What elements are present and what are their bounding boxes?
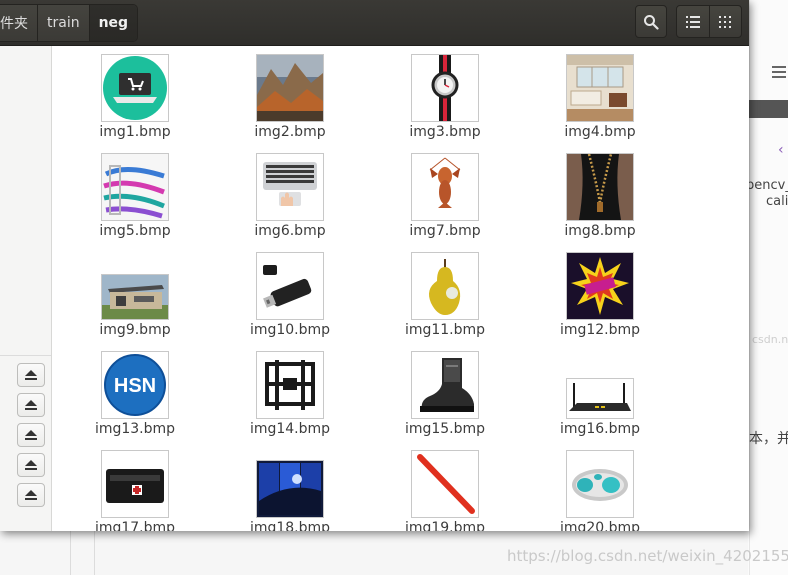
file-name: img12.bmp <box>559 322 641 338</box>
background-list-icon <box>772 66 786 78</box>
grid-view-icon <box>719 15 732 28</box>
file-name: img18.bmp <box>249 520 331 531</box>
file-name: img5.bmp <box>99 223 171 239</box>
necklace-photo <box>566 153 634 221</box>
background-caret-icon: ‹ <box>778 142 784 158</box>
video-wall-photo <box>256 460 324 518</box>
file-name: img19.bmp <box>404 520 486 531</box>
list-view-icon <box>685 15 700 28</box>
file-item[interactable]: img11.bmp <box>390 252 500 347</box>
search-button[interactable] <box>635 5 667 38</box>
file-name: img14.bmp <box>249 421 331 437</box>
file-item[interactable]: img4.bmp <box>545 54 655 149</box>
background-watermark-fragment: csdn.n <box>752 333 788 346</box>
file-item[interactable]: img20.bmp <box>545 450 655 531</box>
first-aid-kit-photo <box>101 450 169 518</box>
header-bar: 件夹 train neg <box>0 0 749 46</box>
file-grid: img1.bmp img2.bmp img3.bmp img4.bmp img5… <box>52 46 749 531</box>
file-item[interactable]: img17.bmp <box>80 450 190 531</box>
hsn-logo: HSN <box>101 351 169 419</box>
file-item[interactable]: img16.bmp <box>545 351 655 446</box>
file-item[interactable]: img2.bmp <box>235 54 345 149</box>
grid-view-button[interactable] <box>708 6 741 37</box>
background-divider <box>749 0 750 575</box>
background-divider <box>70 530 71 575</box>
sidebar-divider <box>0 355 51 356</box>
file-item[interactable]: img6.bmp <box>235 153 345 248</box>
usb-stick-photo <box>256 252 324 320</box>
eject-icon <box>25 370 37 380</box>
watermark-text: https://blog.csdn.net/weixin_42021550 <box>507 547 788 565</box>
bargain-burst-photo <box>566 252 634 320</box>
file-item[interactable]: img3.bmp <box>390 54 500 149</box>
file-name: img6.bmp <box>254 223 326 239</box>
file-item[interactable]: img10.bmp <box>235 252 345 347</box>
background-text: cali <box>766 194 788 209</box>
file-name: img9.bmp <box>99 322 171 338</box>
turquoise-bracelet-photo <box>566 450 634 518</box>
svg-text:HSN: HSN <box>114 375 156 397</box>
sidebar <box>0 46 52 531</box>
eject-button[interactable] <box>17 363 45 387</box>
eject-icon <box>25 460 37 470</box>
file-name: img3.bmp <box>409 124 481 140</box>
eject-button[interactable] <box>17 483 45 507</box>
list-view-button[interactable] <box>677 6 709 37</box>
file-item[interactable]: img7.bmp <box>390 153 500 248</box>
boot-photo <box>411 351 479 419</box>
file-name: img11.bmp <box>404 322 486 338</box>
file-name: img13.bmp <box>94 421 176 437</box>
file-item[interactable]: HSN img13.bmp <box>80 351 190 446</box>
eject-icon <box>25 430 37 440</box>
background-text: pencv_ <box>746 178 788 193</box>
file-name: img20.bmp <box>559 520 641 531</box>
file-item[interactable]: img12.bmp <box>545 252 655 347</box>
file-name: img7.bmp <box>409 223 481 239</box>
file-name: img4.bmp <box>564 124 636 140</box>
belts-photo <box>101 153 169 221</box>
eject-button[interactable] <box>17 423 45 447</box>
eject-icon <box>25 400 37 410</box>
mountain-landscape-photo <box>256 54 324 122</box>
file-name: img16.bmp <box>559 421 641 437</box>
shed-photo <box>101 274 169 320</box>
eject-button[interactable] <box>17 453 45 477</box>
wristwatch-photo <box>411 54 479 122</box>
file-item[interactable]: img8.bmp <box>545 153 655 248</box>
tv-mount-photo <box>256 351 324 419</box>
file-item[interactable]: img9.bmp <box>80 252 190 347</box>
file-name: img15.bmp <box>404 421 486 437</box>
breadcrumb-item-train[interactable]: train <box>38 5 90 41</box>
file-name: img8.bmp <box>564 223 636 239</box>
breadcrumb-item-neg[interactable]: neg <box>89 5 138 41</box>
file-item[interactable]: img1.bmp <box>80 54 190 149</box>
background-editor-panel <box>748 0 788 575</box>
pear-photo <box>411 252 479 320</box>
view-toggle-group <box>676 5 742 38</box>
laptop-cart-icon <box>101 54 169 122</box>
background-toolbar-strip <box>748 100 788 118</box>
router-photo <box>566 378 634 419</box>
file-item[interactable]: img19.bmp <box>390 450 500 531</box>
search-icon <box>644 14 659 30</box>
background-divider <box>94 530 95 575</box>
file-item[interactable]: img14.bmp <box>235 351 345 446</box>
file-manager-window: 件夹 train neg img1.bmp img2.bmp img3.bmp … <box>0 0 749 531</box>
file-item[interactable]: img15.bmp <box>390 351 500 446</box>
file-name: img2.bmp <box>254 124 326 140</box>
eject-icon <box>25 490 37 500</box>
file-name: img17.bmp <box>94 520 176 531</box>
background-text: 本，并 <box>749 431 788 447</box>
file-item[interactable]: img5.bmp <box>80 153 190 248</box>
eject-button[interactable] <box>17 393 45 417</box>
laptop-keyboard-photo <box>256 153 324 221</box>
lobster-photo <box>411 153 479 221</box>
file-item[interactable]: img18.bmp <box>235 450 345 531</box>
breadcrumb-item-parent[interactable]: 件夹 <box>0 5 38 41</box>
red-stick-photo <box>411 450 479 518</box>
file-name: img1.bmp <box>99 124 171 140</box>
living-room-photo <box>566 54 634 122</box>
file-name: img10.bmp <box>249 322 331 338</box>
breadcrumb: 件夹 train neg <box>0 4 139 42</box>
